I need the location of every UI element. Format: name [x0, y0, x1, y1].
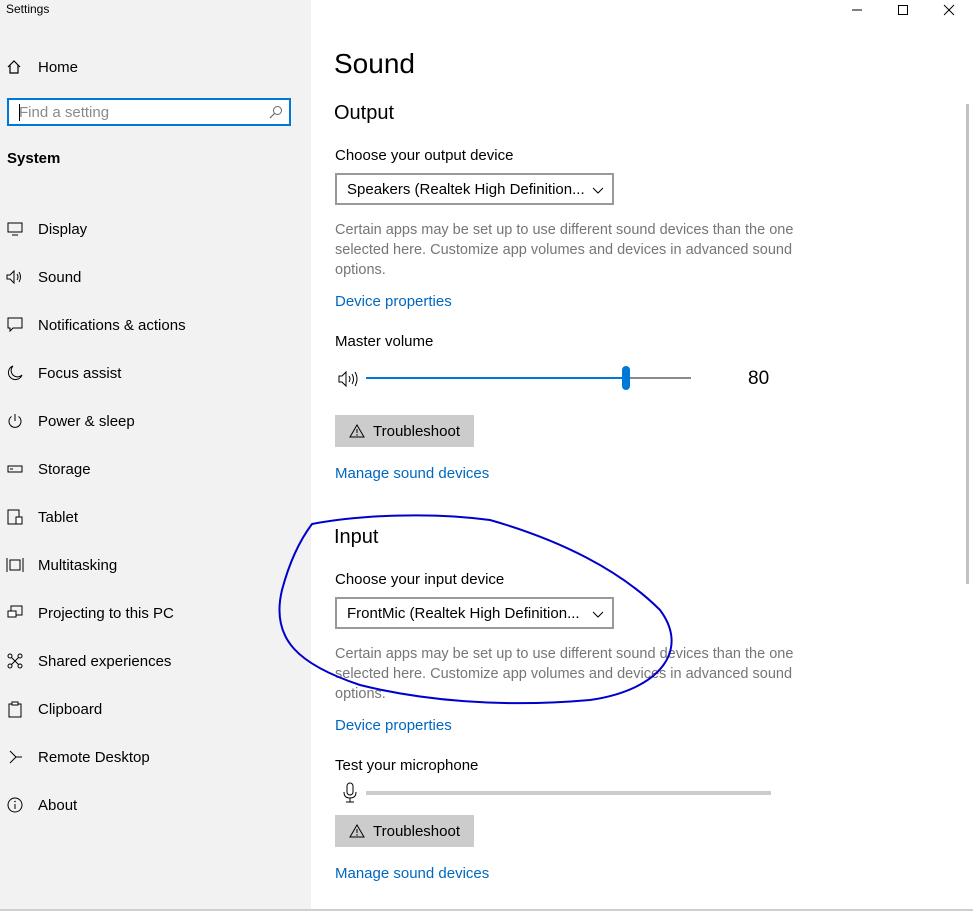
search-icon[interactable] [269, 105, 283, 124]
input-heading: Input [334, 526, 379, 548]
sidebar-item-label: Projecting to this PC [38, 604, 174, 622]
test-microphone-label: Test your microphone [335, 757, 479, 774]
power-icon [6, 412, 24, 430]
clipboard-icon [6, 700, 24, 718]
storage-icon [6, 460, 24, 478]
home-icon [6, 59, 26, 75]
input-troubleshoot-button[interactable]: Troubleshoot [335, 815, 474, 847]
section-label-system: System [7, 150, 61, 167]
output-device-properties-link[interactable]: Device properties [335, 293, 452, 310]
window-title: Settings [6, 2, 50, 16]
sidebar-item-label: Remote Desktop [38, 748, 150, 766]
tablet-icon [6, 508, 24, 526]
close-icon [943, 4, 955, 16]
sidebar-item-label: Clipboard [38, 700, 103, 718]
warning-icon [349, 424, 365, 438]
sidebar-item-label: Multitasking [38, 556, 118, 574]
sidebar-item-label: Shared experiences [38, 652, 172, 670]
minimize-icon [852, 9, 862, 11]
output-troubleshoot-button[interactable]: Troubleshoot [335, 415, 474, 447]
volume-fill [366, 377, 626, 379]
output-device-dropdown[interactable]: Speakers (Realtek High Definition... [335, 173, 614, 205]
speaker-icon[interactable] [338, 370, 360, 392]
output-device-label: Choose your output device [335, 147, 514, 164]
input-device-dropdown[interactable]: FrontMic (Realtek High Definition... [335, 597, 614, 629]
output-description: Certain apps may be set up to use differ… [335, 222, 794, 278]
sidebar-item-display[interactable]: Display [0, 205, 311, 253]
minimize-button[interactable] [834, 0, 880, 20]
remote-desktop-icon [6, 748, 24, 766]
input-device-value: FrontMic (Realtek High Definition... [347, 604, 580, 622]
page-title: Sound [334, 48, 415, 79]
troubleshoot-label: Troubleshoot [373, 822, 460, 840]
microphone-icon [342, 782, 358, 809]
input-device-properties-link[interactable]: Device properties [335, 717, 452, 734]
input-description: Certain apps may be set up to use differ… [335, 646, 794, 702]
sidebar-item-power-sleep[interactable]: Power & sleep [0, 397, 311, 445]
master-volume-slider[interactable] [366, 366, 691, 390]
shared-icon [6, 652, 24, 670]
display-icon [6, 220, 24, 238]
text-cursor [19, 104, 20, 121]
multitasking-icon [6, 556, 24, 574]
sidebar-item-focus-assist[interactable]: Focus assist [0, 349, 311, 397]
scrollbar[interactable] [966, 104, 969, 584]
output-manage-devices-link[interactable]: Manage sound devices [335, 465, 489, 482]
master-volume-label: Master volume [335, 333, 434, 350]
main-panel [311, 0, 973, 911]
search-input[interactable] [9, 100, 269, 124]
info-icon [6, 796, 24, 814]
notifications-icon [6, 316, 24, 334]
sidebar-item-projecting[interactable]: Projecting to this PC [0, 589, 311, 637]
sidebar-item-label: About [38, 796, 78, 814]
output-device-value: Speakers (Realtek High Definition... [347, 180, 585, 198]
sidebar-item-label: Notifications & actions [38, 316, 186, 334]
chevron-down-icon [592, 607, 604, 624]
search-box[interactable] [7, 98, 291, 126]
sidebar-item-label: Focus assist [38, 364, 122, 382]
volume-value: 80 [748, 368, 770, 389]
sidebar-item-sound[interactable]: Sound [0, 253, 311, 301]
sidebar-item-shared-experiences[interactable]: Shared experiences [0, 637, 311, 685]
close-button[interactable] [926, 0, 972, 20]
sidebar: Settings Home System Display Sound Notif… [0, 0, 311, 911]
troubleshoot-label: Troubleshoot [373, 422, 460, 440]
nav-home-label: Home [38, 58, 79, 76]
microphone-level-bar [366, 791, 771, 795]
chevron-down-icon [592, 183, 604, 200]
warning-icon [349, 824, 365, 838]
input-device-label: Choose your input device [335, 571, 505, 588]
sidebar-item-remote-desktop[interactable]: Remote Desktop [0, 733, 311, 781]
maximize-icon [898, 5, 908, 15]
sidebar-item-notifications[interactable]: Notifications & actions [0, 301, 311, 349]
sidebar-item-label: Display [38, 220, 88, 238]
sidebar-item-label: Tablet [38, 508, 79, 526]
moon-icon [6, 364, 24, 382]
output-heading: Output [334, 102, 395, 124]
speaker-icon [6, 268, 24, 286]
sidebar-item-clipboard[interactable]: Clipboard [0, 685, 311, 733]
sidebar-nav: Display Sound Notifications & actions Fo… [0, 205, 311, 829]
sidebar-item-tablet[interactable]: Tablet [0, 493, 311, 541]
sidebar-item-about[interactable]: About [0, 781, 311, 829]
sidebar-item-label: Storage [38, 460, 91, 478]
sidebar-item-storage[interactable]: Storage [0, 445, 311, 493]
sidebar-item-label: Sound [38, 268, 82, 286]
volume-slider-thumb[interactable] [622, 366, 630, 390]
input-manage-devices-link[interactable]: Manage sound devices [335, 865, 489, 882]
projecting-icon [6, 604, 24, 622]
sidebar-item-label: Power & sleep [38, 412, 135, 430]
nav-home[interactable]: Home [6, 55, 78, 79]
maximize-button[interactable] [880, 0, 926, 20]
sidebar-item-multitasking[interactable]: Multitasking [0, 541, 311, 589]
